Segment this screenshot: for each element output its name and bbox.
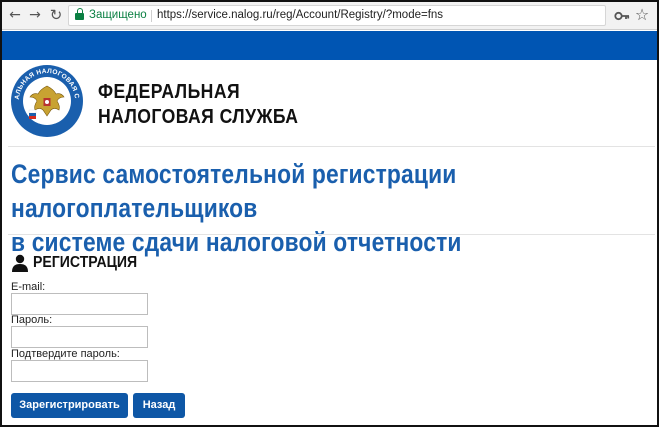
site-top-bar	[2, 31, 657, 60]
page-title: Сервис самостоятельной регистрации налог…	[11, 157, 653, 259]
address-bar[interactable]: Защищено https://service.nalog.ru/reg/Ac…	[68, 5, 606, 26]
password-field[interactable]	[11, 326, 148, 348]
org-name-line1: ФЕДЕРАЛЬНАЯ	[98, 81, 241, 103]
secure-label: Защищено	[89, 9, 147, 21]
divider	[8, 146, 655, 147]
register-button[interactable]: Зарегистрировать	[11, 393, 128, 418]
address-divider	[151, 10, 152, 22]
back-button[interactable]: Назад	[133, 393, 185, 418]
organization-name: ФЕДЕРАЛЬНАЯ НАЛОГОВАЯ СЛУЖБА	[98, 80, 298, 130]
url-text[interactable]: https://service.nalog.ru/reg/Account/Reg…	[157, 6, 443, 25]
divider	[8, 234, 655, 235]
reload-icon[interactable]: ↻	[47, 6, 65, 24]
browser-toolbar: ← → ↻ Защищено https://service.nalog.ru/…	[2, 2, 657, 30]
forward-arrow-icon[interactable]: →	[26, 6, 44, 24]
org-name-line2: НАЛОГОВАЯ СЛУЖБА	[98, 106, 299, 128]
key-icon[interactable]	[614, 8, 630, 24]
flag-icon	[28, 109, 37, 119]
browser-window: ← → ↻ Защищено https://service.nalog.ru/…	[0, 0, 659, 427]
confirm-password-label: Подтвердите пароль:	[11, 348, 120, 360]
lock-icon	[75, 8, 84, 20]
confirm-password-field[interactable]	[11, 360, 148, 382]
back-arrow-icon[interactable]: ←	[6, 6, 24, 24]
registration-title: РЕГИСТРАЦИЯ	[33, 254, 138, 271]
password-label: Пароль:	[11, 314, 53, 326]
bookmark-star-icon[interactable]: ☆	[633, 5, 651, 25]
fns-emblem-logo[interactable]: ФЕДЕРАЛЬНАЯ НАЛОГОВАЯ СЛУЖБА	[10, 64, 84, 138]
user-icon	[12, 254, 28, 272]
page-title-line1: Сервис самостоятельной регистрации налог…	[11, 159, 457, 223]
email-label: E-mail:	[11, 281, 46, 293]
email-field[interactable]	[11, 293, 148, 315]
